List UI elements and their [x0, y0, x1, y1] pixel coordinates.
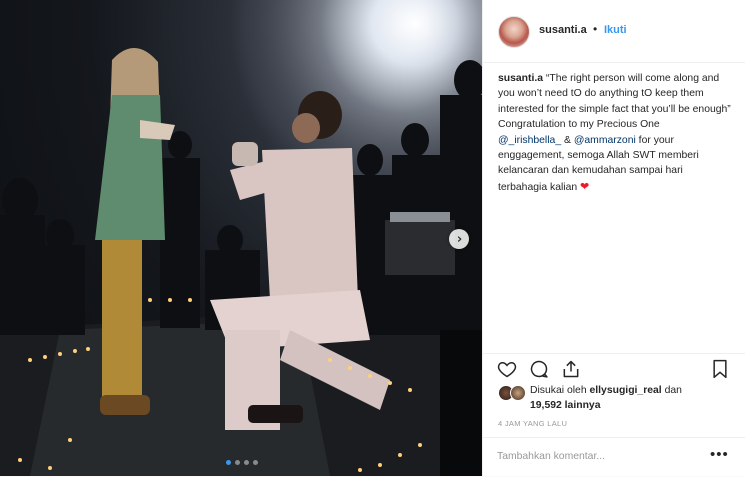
- likes-middle: dan: [661, 385, 682, 396]
- likes-text: Disukai oleh ellysugigi_real dan 19,592 …: [530, 383, 735, 413]
- carousel-next-button[interactable]: ›: [449, 229, 469, 249]
- follow-button[interactable]: Ikuti: [604, 24, 627, 36]
- carousel-dot: [244, 460, 249, 465]
- photo-scene: [0, 0, 482, 476]
- action-bar: [483, 353, 745, 382]
- header-username[interactable]: susanti.a: [539, 24, 587, 36]
- caption-username[interactable]: susanti.a: [498, 73, 543, 84]
- comment-box: •••: [483, 437, 745, 477]
- bookmark-icon[interactable]: [710, 359, 730, 379]
- heart-icon[interactable]: [497, 359, 517, 379]
- post-timestamp[interactable]: 4 JAM YANG LALU: [498, 419, 567, 428]
- carousel-dot-active: [226, 460, 231, 465]
- carousel-dot: [253, 460, 258, 465]
- chevron-right-icon: ›: [456, 231, 463, 247]
- post-caption: susanti.a “The right person will come al…: [498, 71, 732, 195]
- post-header: susanti.a • Ikuti: [483, 0, 745, 63]
- mention-link[interactable]: @_irishbella_: [498, 135, 561, 146]
- comment-input[interactable]: [497, 451, 697, 462]
- likes-prefix: Disukai oleh: [530, 385, 590, 396]
- red-heart-emoji: ❤: [580, 179, 590, 193]
- post-photo[interactable]: ›: [0, 0, 482, 476]
- caption-ampersand: &: [561, 134, 574, 146]
- comment-icon[interactable]: [529, 359, 549, 379]
- liker-username[interactable]: ellysugigi_real: [590, 385, 662, 396]
- caption-text-congrats: Congratulation to my Precious One: [498, 119, 660, 131]
- more-options-icon[interactable]: •••: [710, 446, 729, 463]
- carousel-dot: [235, 460, 240, 465]
- mention-link[interactable]: @ammarzoni: [574, 135, 636, 146]
- likes-count[interactable]: 19,592: [530, 400, 562, 411]
- instagram-post: › susanti.a • Ikuti susanti.a “The right…: [0, 0, 745, 476]
- likes-suffix[interactable]: lainnya: [562, 400, 601, 411]
- avatar[interactable]: [498, 16, 530, 48]
- carousel-dots: [226, 460, 258, 465]
- header-separator: •: [593, 22, 598, 36]
- liker-avatar[interactable]: [510, 385, 526, 401]
- post-sidebar: susanti.a • Ikuti susanti.a “The right p…: [482, 0, 745, 476]
- share-icon[interactable]: [561, 359, 581, 379]
